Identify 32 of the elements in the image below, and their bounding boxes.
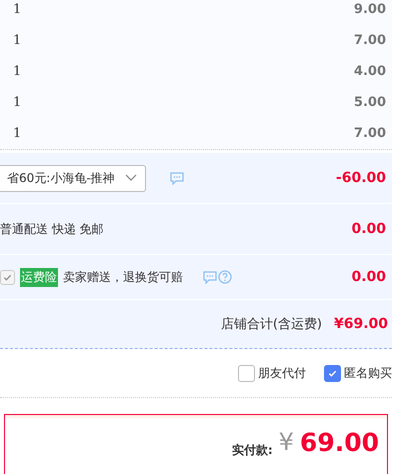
coupon-select[interactable]: 省60元:小海龟-推神: [0, 164, 146, 192]
insurance-badge: 运费险: [20, 268, 58, 286]
item-price: 4.00: [354, 64, 386, 79]
check-icon: [328, 368, 337, 378]
insurance-note: 卖家赠送，退换货可赔: [63, 268, 183, 286]
message-icon[interactable]: [170, 172, 184, 184]
checkbox[interactable]: [324, 364, 341, 382]
item-price: 7.00: [354, 126, 386, 141]
item-price: 9.00: [354, 2, 386, 17]
store-total-label: 店铺合计(含运费): [220, 316, 322, 333]
checkbox[interactable]: [238, 364, 255, 382]
payment-amount: 69.00: [300, 428, 379, 457]
help-icon[interactable]: [218, 270, 232, 284]
delivery-method: 普通配送 快递 免邮: [0, 220, 104, 238]
store-total-amount: ¥69.00: [334, 316, 388, 332]
caret-icon: [125, 174, 137, 182]
quantity: 1: [13, 2, 22, 17]
quantity: 1: [13, 64, 22, 79]
quantity: 1: [13, 95, 22, 110]
payment-label: 实付款:: [232, 442, 273, 459]
option-checkbox[interactable]: 朋友代付: [238, 364, 306, 382]
delivery-fee: 0.00: [351, 221, 386, 237]
option-checkbox[interactable]: 匿名购买: [324, 364, 392, 382]
quantity: 1: [13, 126, 22, 141]
insurance-amount: 0.00: [351, 269, 386, 285]
quantity: 1: [13, 33, 22, 48]
coupon-amount: -60.00: [336, 170, 386, 186]
item-price: 7.00: [354, 33, 386, 48]
check-icon: [3, 272, 12, 282]
currency-sign: ¥: [278, 428, 294, 456]
message-icon[interactable]: [203, 270, 217, 284]
item-price: 5.00: [354, 95, 386, 110]
